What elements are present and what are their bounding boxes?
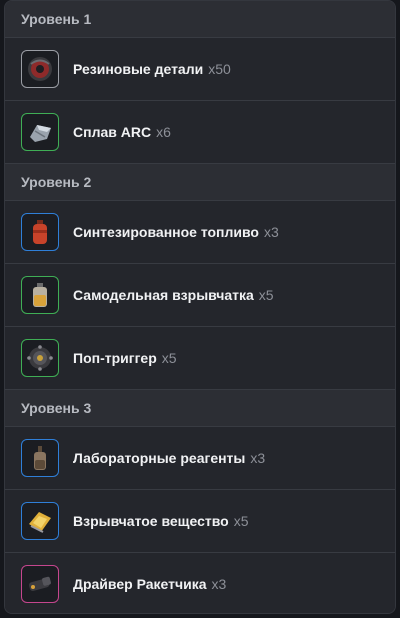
crude-explosives-icon	[21, 276, 59, 314]
rocketeer-driver-icon	[21, 565, 59, 603]
item-quantity: x3	[250, 450, 266, 466]
list-item-rubber-parts[interactable]: Резиновые детали x50	[5, 38, 395, 101]
list-item-arc-alloy[interactable]: Сплав ARC x6	[5, 101, 395, 164]
item-name: Резиновые детали	[73, 61, 204, 77]
pop-trigger-icon	[21, 339, 59, 377]
synthesized-fuel-icon	[21, 213, 59, 251]
item-quantity: x5	[258, 287, 274, 303]
arc-alloy-icon	[21, 113, 59, 151]
item-name: Сплав ARC	[73, 124, 152, 140]
item-name: Взрывчатое вещество	[73, 513, 229, 529]
level-3-header: Уровень 3	[5, 390, 395, 427]
item-quantity: x6	[156, 124, 171, 140]
level-2-header: Уровень 2	[5, 164, 395, 201]
list-item-explosive-compound[interactable]: Взрывчатое вещество x5	[5, 490, 395, 553]
lab-reagents-icon	[21, 439, 59, 477]
item-name: Самодельная взрывчатка	[73, 287, 254, 303]
list-item-crude-explosives[interactable]: Самодельная взрывчатка x5	[5, 264, 395, 327]
level-1-header: Уровень 1	[5, 1, 395, 38]
list-item-rocketeer-driver[interactable]: Драйвер Ракетчика x3	[5, 553, 395, 613]
level-2-title: Уровень 2	[21, 174, 92, 190]
explosive-compound-icon	[21, 502, 59, 540]
item-quantity: x5	[161, 350, 177, 366]
item-name: Синтезированное топливо	[73, 224, 259, 240]
rubber-parts-icon	[21, 50, 59, 88]
list-item-pop-trigger[interactable]: Поп-триггер x5	[5, 327, 395, 390]
item-name: Драйвер Ракетчика	[73, 576, 207, 592]
item-quantity: x3	[211, 576, 227, 592]
item-name: Поп-триггер	[73, 350, 157, 366]
item-quantity: x5	[233, 513, 249, 529]
list-item-synthesized-fuel[interactable]: Синтезированное топливо x3	[5, 201, 395, 264]
level-1-title: Уровень 1	[21, 11, 92, 27]
level-3-title: Уровень 3	[21, 400, 92, 416]
crafting-requirements-panel: Уровень 1 Резиновые детали x50 Сплав ARC…	[4, 0, 396, 614]
item-quantity: x50	[208, 61, 231, 77]
item-quantity: x3	[264, 224, 279, 240]
item-name: Лабораторные реагенты	[73, 450, 246, 466]
list-item-lab-reagents[interactable]: Лабораторные реагенты x3	[5, 427, 395, 490]
